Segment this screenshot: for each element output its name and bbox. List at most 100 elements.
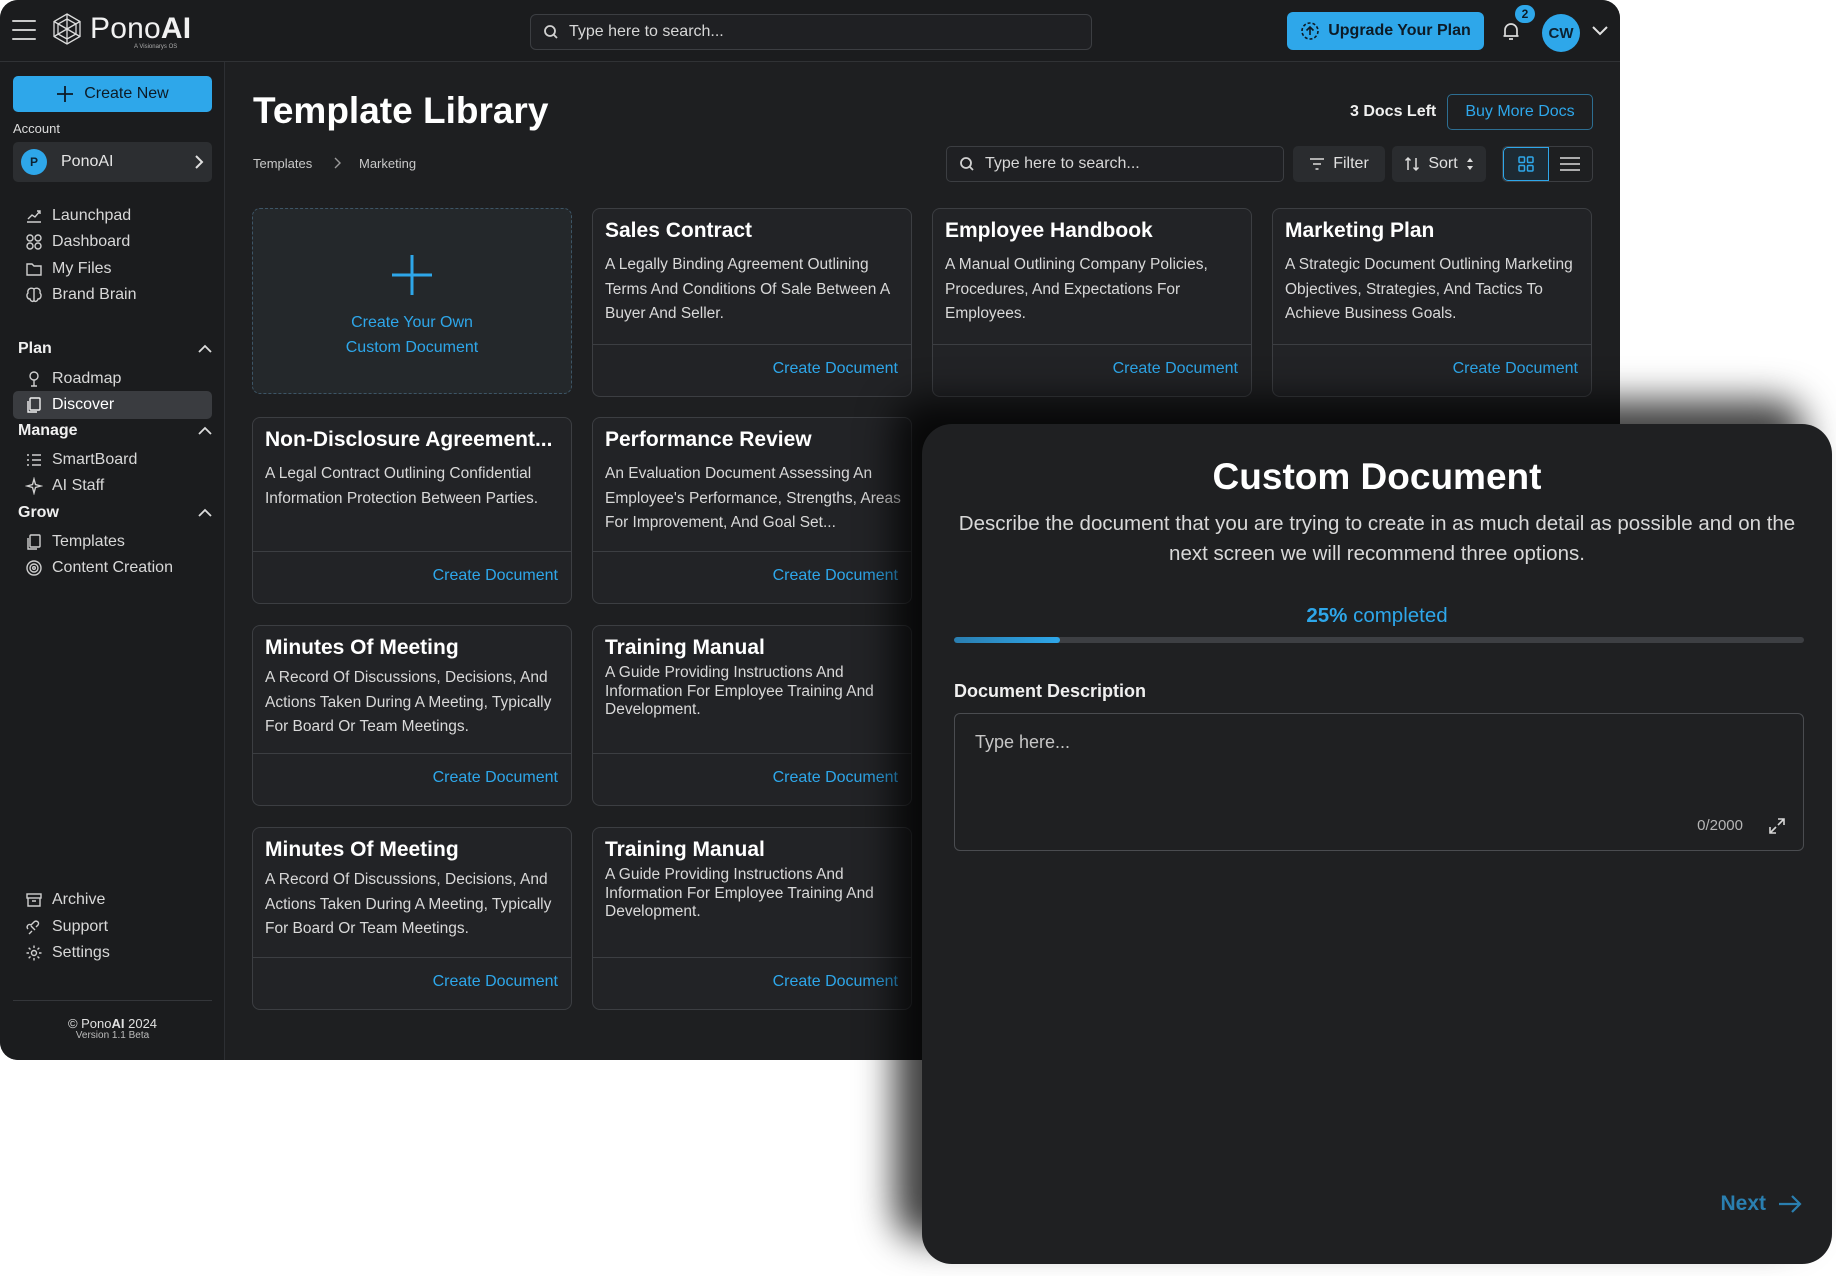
create-document-link[interactable]: Create Document <box>773 769 898 787</box>
chevron-up-icon <box>198 426 212 435</box>
create-custom-document-card[interactable]: Create Your Own Custom Document <box>252 208 572 394</box>
create-document-link[interactable]: Create Document <box>773 567 898 585</box>
create-document-link[interactable]: Create Document <box>433 973 558 991</box>
card-title: Sales Contract <box>605 219 753 242</box>
breadcrumb-marketing[interactable]: Marketing <box>359 156 416 171</box>
template-card-minutes-of-meeting-2[interactable]: Minutes Of Meeting A Record Of Discussio… <box>252 827 572 1010</box>
card-footer: Create Document <box>933 344 1251 396</box>
user-avatar[interactable]: CW <box>1542 14 1580 52</box>
progress-fill <box>954 637 1061 643</box>
buy-more-docs-button[interactable]: Buy More Docs <box>1447 94 1593 130</box>
card-footer: Create Document <box>253 551 571 603</box>
list-view-button[interactable] <box>1549 147 1593 181</box>
card-title: Performance Review <box>605 428 812 451</box>
sidebar-divider <box>13 1000 212 1001</box>
chevron-up-icon <box>198 508 212 517</box>
template-card-sales-contract[interactable]: Sales Contract A Legally Binding Agreeme… <box>592 208 912 397</box>
sidebar-item-archive[interactable]: Archive <box>25 886 105 914</box>
sidebar-item-discover[interactable]: Discover <box>13 391 212 419</box>
card-footer: Create Document <box>253 957 571 1009</box>
chevron-right-icon <box>195 155 204 169</box>
section-grow[interactable]: Grow <box>18 501 212 525</box>
template-card-minutes-of-meeting[interactable]: Minutes Of Meeting A Record Of Discussio… <box>252 625 572 806</box>
version-label: Version 1.1 Beta <box>75 1030 150 1041</box>
launchpad-icon <box>27 210 41 223</box>
sidebar-item-templates[interactable]: Templates <box>25 528 125 556</box>
template-card-performance-review[interactable]: Performance Review An Evaluation Documen… <box>592 417 912 604</box>
card-title: Minutes Of Meeting <box>265 838 459 861</box>
support-icon <box>26 920 40 935</box>
account-switcher[interactable]: P PonoAI <box>13 142 212 182</box>
create-document-link[interactable]: Create Document <box>1453 360 1578 378</box>
card-description: A Legally Binding Agreement Outlining Te… <box>605 256 890 322</box>
chevron-down-icon[interactable] <box>1590 22 1610 38</box>
document-description-field: 0/2000 <box>954 713 1804 851</box>
custom-document-modal: Custom Document Describe the document th… <box>922 424 1832 1264</box>
create-new-button[interactable]: Create New <box>13 76 212 112</box>
create-document-link[interactable]: Create Document <box>1113 360 1238 378</box>
template-search-placeholder: Type here to search... <box>985 155 1140 172</box>
sidebar-item-my-files[interactable]: My Files <box>25 255 112 283</box>
section-manage[interactable]: Manage <box>18 419 212 443</box>
grid-view-button[interactable] <box>1503 147 1549 181</box>
plus-icon <box>392 255 432 295</box>
account-label: Account <box>13 121 60 136</box>
next-button[interactable]: Next <box>1720 1192 1802 1216</box>
sidebar-item-launchpad[interactable]: Launchpad <box>25 202 131 230</box>
notification-badge: 2 <box>1515 5 1535 23</box>
sidebar-item-label: Support <box>52 918 109 935</box>
section-plan[interactable]: Plan <box>18 337 212 361</box>
content-icon <box>26 560 42 576</box>
sidebar-item-content-creation[interactable]: Content Creation <box>25 554 173 582</box>
archive-icon <box>26 893 42 907</box>
sidebar-item-settings[interactable]: Settings <box>25 939 110 967</box>
sidebar-item-support[interactable]: Support <box>25 913 108 941</box>
template-card-nda[interactable]: Non-Disclosure Agreement... A Legal Cont… <box>252 417 572 604</box>
sidebar-item-brand-brain[interactable]: Brand Brain <box>25 281 137 309</box>
card-description: A Guide Providing Instructions And Infor… <box>605 866 874 920</box>
breadcrumb-templates[interactable]: Templates <box>253 156 312 171</box>
section-title: Manage <box>18 422 78 439</box>
sidebar-item-ai-staff[interactable]: AI Staff <box>25 472 104 500</box>
filter-button[interactable]: Filter <box>1293 146 1385 182</box>
updown-icon <box>1466 158 1473 170</box>
template-search-input[interactable]: Type here to search... <box>946 146 1284 182</box>
gear-icon <box>26 945 42 961</box>
brand-logo[interactable]: PonoAI <box>50 12 191 46</box>
template-card-employee-handbook[interactable]: Employee Handbook A Manual Outlining Com… <box>932 208 1252 397</box>
sidebar-item-smartboard[interactable]: SmartBoard <box>25 446 137 474</box>
sidebar-item-label: Content Creation <box>52 559 173 576</box>
card-footer: Create Document <box>593 753 911 805</box>
modal-description: Describe the document that you are tryin… <box>958 512 1796 565</box>
character-counter: 0/2000 <box>1697 817 1743 834</box>
brand-tagline: A Visionarys OS <box>134 44 178 50</box>
filter-label: Filter <box>1333 155 1369 172</box>
expand-icon[interactable] <box>1767 816 1787 836</box>
sidebar-item-dashboard[interactable]: Dashboard <box>25 228 130 256</box>
upgrade-plan-label: Upgrade Your Plan <box>1328 22 1471 39</box>
bell-icon[interactable] <box>1500 20 1522 42</box>
top-bar: PonoAI A Visionarys OS Type here to sear… <box>0 0 1620 62</box>
template-card-marketing-plan[interactable]: Marketing Plan A Strategic Document Outl… <box>1272 208 1592 397</box>
upgrade-plan-button[interactable]: Upgrade Your Plan <box>1287 12 1484 50</box>
global-search-placeholder: Type here to search... <box>569 23 724 40</box>
sort-button[interactable]: Sort <box>1392 146 1486 182</box>
progress-label: 25% completed <box>1306 604 1448 627</box>
create-document-link[interactable]: Create Document <box>433 769 558 787</box>
document-description-label: Document Description <box>954 681 1147 701</box>
card-description: A Strategic Document Outlining Marketing… <box>1285 256 1573 322</box>
document-description-input[interactable] <box>955 714 1803 850</box>
plus-icon <box>57 86 74 102</box>
copyright: © PonoAI 2024 <box>67 1016 158 1031</box>
template-card-training-manual[interactable]: Training Manual A Guide Providing Instru… <box>592 625 912 806</box>
template-card-training-manual-2[interactable]: Training Manual A Guide Providing Instru… <box>592 827 912 1010</box>
create-document-link[interactable]: Create Document <box>773 360 898 378</box>
create-document-link[interactable]: Create Document <box>773 973 898 991</box>
create-document-link[interactable]: Create Document <box>433 567 558 585</box>
sidebar-item-label: Launchpad <box>52 207 132 224</box>
sidebar-item-roadmap[interactable]: Roadmap <box>25 365 121 393</box>
card-description: An Evaluation Document Assessing An Empl… <box>605 465 901 531</box>
menu-icon[interactable] <box>12 20 36 40</box>
sidebar: Create New Account P PonoAI Launchpad Da… <box>0 62 225 1060</box>
global-search-input[interactable]: Type here to search... <box>530 14 1092 50</box>
